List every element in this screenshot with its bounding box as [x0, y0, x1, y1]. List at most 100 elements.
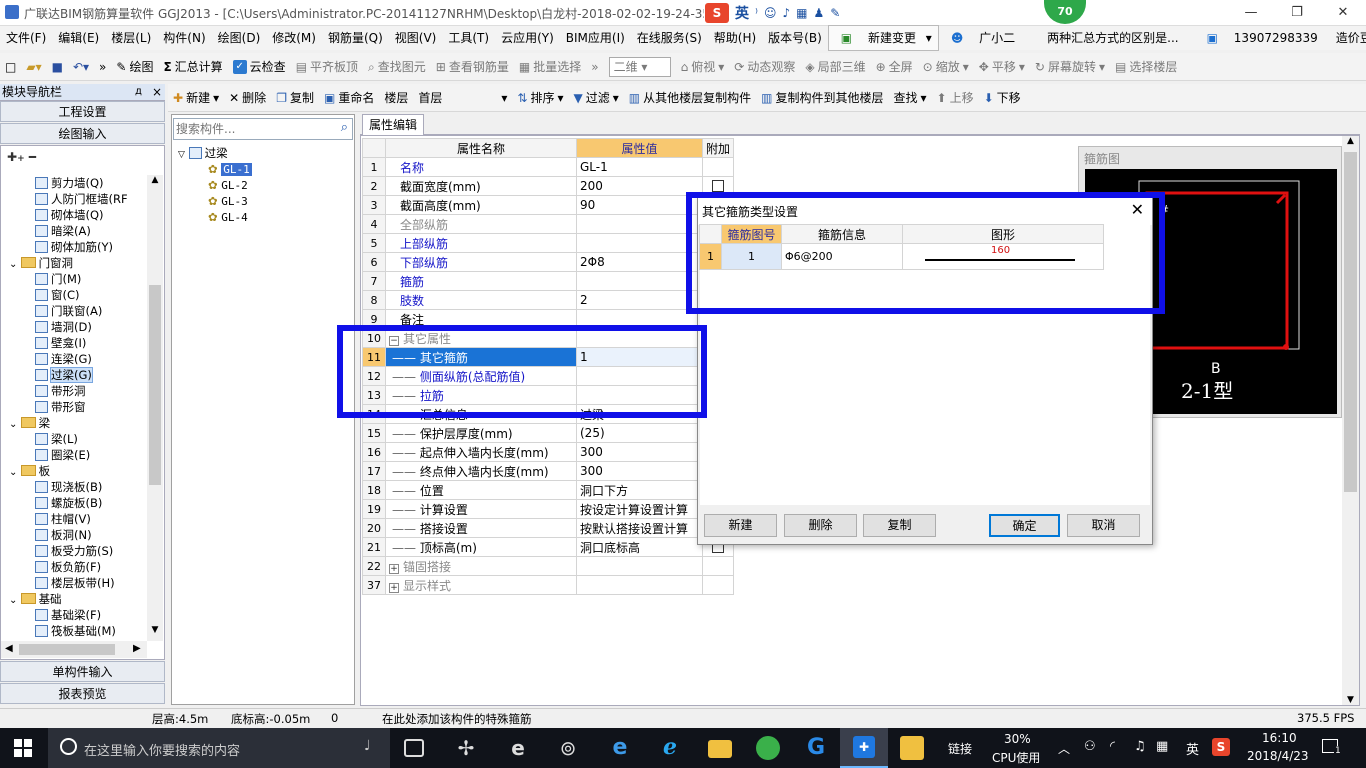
property-row[interactable]: 1 名称 GL-1 [362, 157, 735, 177]
nav-tree-item[interactable]: 基础梁(F) [7, 607, 147, 623]
property-name-cell[interactable]: —— 保护层厚度(mm) [385, 423, 577, 443]
local-3d-button[interactable]: ◈ 局部三维 [800, 53, 870, 81]
nav-tree-item[interactable]: 砌体加筋(Y) [7, 239, 147, 255]
component-item[interactable]: ✿ GL-1 [178, 161, 252, 177]
chevron-down-icon[interactable]: ⌄ [9, 595, 21, 606]
property-name-cell[interactable]: 箍筋 [385, 271, 577, 291]
link-label[interactable]: 链接 [948, 740, 972, 757]
menu-help[interactable]: 帮助(H) [708, 26, 762, 50]
nav-tree-item[interactable]: 墙洞(D) [7, 319, 147, 335]
find-button[interactable]: 查找 ▾ [888, 84, 931, 112]
dialog-cancel-button[interactable]: 取消 [1067, 514, 1140, 537]
component-item[interactable]: ✿ GL-4 [178, 209, 252, 225]
find-element-button[interactable]: ⌕ 查找图元 [363, 53, 431, 81]
edge-icon[interactable]: e [608, 736, 632, 760]
tray-chevron-icon[interactable]: ︿ [1058, 740, 1070, 757]
nav-tree-item[interactable]: 梁(L) [7, 431, 147, 447]
nav-tree-item[interactable]: 暗梁(A) [7, 223, 147, 239]
start-icon[interactable] [14, 739, 32, 757]
property-value-cell[interactable] [576, 556, 703, 576]
top-view-button[interactable]: ⌂ 俯视 ▾ [676, 53, 730, 81]
nav-scrollbar[interactable]: ▲ ▼ [147, 175, 163, 641]
property-name-cell[interactable]: —— 搭接设置 [385, 518, 577, 538]
component-item[interactable]: ✿ GL-3 [178, 193, 252, 209]
menu-bim[interactable]: BIM应用(I) [560, 26, 631, 50]
property-value-cell[interactable]: 300 [576, 442, 703, 462]
nav-tree-item[interactable]: 连梁(G) [7, 351, 147, 367]
nav-tree-item[interactable]: 窗(C) [7, 287, 147, 303]
menu-user[interactable]: ▣ 13907298339 [1195, 26, 1330, 50]
expand-icon[interactable]: + [389, 563, 399, 574]
filter-button[interactable]: ▼ 过滤 ▾ [568, 84, 623, 112]
copy-to-floor-button[interactable]: ▥ 复制构件到其他楼层 [756, 84, 888, 112]
nav-tree-item[interactable]: 带形窗 [7, 399, 147, 415]
nav-hscrollbar[interactable]: ◀ ▶ [1, 641, 147, 658]
property-row[interactable]: 5 上部纵筋 [362, 233, 735, 253]
property-row[interactable]: 7 箍筋 [362, 271, 735, 291]
property-scroll-thumb[interactable] [1344, 152, 1357, 492]
property-value-cell[interactable]: 300 [576, 461, 703, 481]
chevron-down-icon[interactable]: ⌄ [9, 419, 21, 430]
menu-version[interactable]: 版本号(B) [762, 26, 828, 50]
menu-view[interactable]: 视图(V) [389, 26, 443, 50]
batch-select-button[interactable]: ▦ 批量选择 [514, 53, 586, 81]
property-name-cell[interactable]: 全部纵筋 [385, 214, 577, 234]
clock-date[interactable]: 2018/4/23 [1247, 749, 1309, 763]
nav-tree-item[interactable]: 带形洞 [7, 383, 147, 399]
property-name-cell[interactable]: —— 位置 [385, 480, 577, 500]
save-icon[interactable]: ■ [47, 53, 68, 81]
menu-tip-link[interactable]: 两种汇总方式的区别是... [1041, 26, 1184, 50]
property-name-cell[interactable]: —— 终点伸入墙内长度(mm) [385, 461, 577, 481]
sogou-tray-icon[interactable]: S [1212, 738, 1230, 756]
nav-tree-item[interactable]: 剪力墙(Q) [7, 175, 147, 191]
nav-tree-item[interactable]: 壁龛(I) [7, 335, 147, 351]
nav-tree-item[interactable]: 过梁(G) [7, 367, 147, 383]
taskbar-search-box[interactable]: 在这里输入你要搜索的内容 ♩ [48, 728, 390, 768]
add-checkbox[interactable] [712, 180, 724, 192]
view-mode-select[interactable]: 二维 ▾ [604, 56, 676, 77]
property-value-cell[interactable]: GL-1 [576, 157, 703, 177]
menu-floor[interactable]: 楼层(L) [105, 26, 157, 50]
fan-app-icon[interactable]: ✢ [454, 736, 478, 760]
property-value-cell[interactable]: 2Φ8 [576, 252, 703, 272]
wifi-icon[interactable]: ◜ [1110, 739, 1115, 754]
property-row[interactable]: 15 —— 保护层厚度(mm) (25) [362, 423, 735, 443]
property-value-cell[interactable] [576, 575, 703, 595]
open-folder-icon[interactable]: ▰▾ [21, 53, 46, 81]
property-name-cell[interactable]: —— 顶标高(m) [385, 537, 577, 557]
draw-button[interactable]: ✎ 绘图 [111, 53, 158, 81]
draw-input-button[interactable]: 绘图输入 [0, 123, 165, 144]
dialog-new-button[interactable]: 新建 [704, 514, 777, 537]
nav-tree-group[interactable]: ⌄ 基础 [7, 591, 147, 607]
file-explorer-icon[interactable] [708, 740, 732, 758]
pin-icon[interactable]: д [135, 84, 142, 100]
cloud-check-button[interactable]: ✓ 云检查 [228, 53, 291, 81]
sum-calc-button[interactable]: Σ 汇总计算 [158, 53, 227, 81]
property-name-cell[interactable]: 肢数 [385, 290, 577, 310]
property-value-cell[interactable] [576, 214, 703, 234]
property-name-cell[interactable]: 下部纵筋 [385, 252, 577, 272]
minimize-button[interactable]: — [1228, 0, 1274, 26]
single-component-input-button[interactable]: 单构件输入 [0, 661, 165, 682]
menu-draw[interactable]: 绘图(D) [212, 26, 267, 50]
spiral-app-icon[interactable]: ⊚ [556, 736, 580, 760]
property-value-cell[interactable] [576, 233, 703, 253]
property-row[interactable]: 6 下部纵筋 2Φ8 [362, 252, 735, 272]
active-app-icon[interactable]: ✚ [840, 728, 888, 768]
dynamic-view-button[interactable]: ⟳ 动态观察 [729, 53, 800, 81]
ie-icon[interactable]: e [506, 736, 530, 760]
nav-tree-item[interactable]: 柱帽(V) [7, 511, 147, 527]
project-settings-button[interactable]: 工程设置 [0, 101, 165, 122]
sort-button[interactable]: ⇅ 排序 ▾ [512, 84, 568, 112]
property-row[interactable]: 37 + 显示样式 [362, 575, 735, 595]
expand-all-icon[interactable]: ✚+ ━ [7, 150, 36, 164]
copy-from-floor-button[interactable]: ▥ 从其他楼层复制构件 [624, 84, 756, 112]
nav-tree-item[interactable]: 人防门框墙(RF [7, 191, 147, 207]
menu-modify[interactable]: 修改(M) [266, 26, 322, 50]
chevron-down-icon[interactable]: ⌄ [9, 259, 21, 270]
property-value-cell[interactable]: 200 [576, 176, 703, 196]
new-file-icon[interactable]: □ [0, 53, 21, 81]
property-row[interactable]: 8 肢数 2 [362, 290, 735, 310]
restore-button[interactable]: ❐ [1274, 0, 1320, 26]
property-name-cell[interactable]: 名称 [385, 157, 577, 177]
